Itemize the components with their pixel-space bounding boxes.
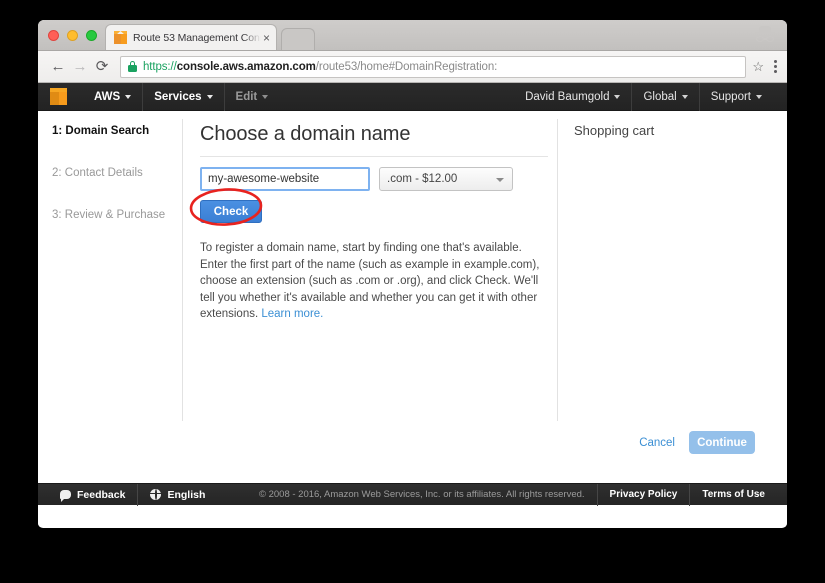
chevron-down-icon	[681, 94, 688, 99]
url-host: console.aws.amazon.com	[176, 60, 316, 73]
nav-item-services[interactable]: Services	[142, 82, 223, 111]
shopping-cart-panel: Shopping cart	[574, 123, 774, 138]
browser-window: Route 53 Management Console × ← → ⟳ htt	[38, 20, 787, 528]
nav-item-edit[interactable]: Edit	[223, 82, 280, 111]
globe-icon	[150, 489, 162, 500]
browser-tab[interactable]: Route 53 Management Console ×	[105, 24, 277, 50]
incognito-icon	[755, 26, 775, 44]
aws-console-page: AWS Services Edit David Baumgold Global …	[38, 82, 787, 527]
reload-button[interactable]: ⟳	[91, 56, 113, 78]
browser-tab-strip: Route 53 Management Console ×	[38, 20, 787, 51]
privacy-policy-link[interactable]: Privacy Policy	[596, 483, 690, 506]
screen: Route 53 Management Console × ← → ⟳ htt	[0, 0, 825, 583]
nav-item-services-label: Services	[154, 90, 202, 103]
divider-right	[557, 119, 558, 421]
tab-close-icon[interactable]: ×	[263, 32, 270, 44]
wizard-actions: Cancel Continue	[639, 431, 755, 454]
page-title: Choose a domain name	[200, 123, 411, 145]
nav-item-aws-label: AWS	[94, 90, 121, 103]
url-path: /route53/home#DomainRegistration:	[315, 60, 498, 73]
minimize-window-button[interactable]	[67, 30, 78, 41]
step-domain-search[interactable]: 1: Domain Search	[52, 125, 182, 137]
copyright-text: © 2008 - 2016, Amazon Web Services, Inc.…	[258, 489, 585, 500]
aws-global-nav: AWS Services Edit David Baumgold Global …	[38, 82, 787, 111]
domain-name-input[interactable]	[200, 167, 370, 191]
nav-item-support[interactable]: Support	[698, 82, 773, 111]
url-text: https://console.aws.amazon.com/route53/h…	[143, 61, 497, 73]
help-text-body: To register a domain name, start by find…	[200, 242, 540, 320]
nav-item-account-label: David Baumgold	[525, 90, 610, 103]
chevron-down-icon	[206, 94, 213, 99]
window-controls	[48, 30, 97, 41]
domain-search-form: .com - $12.00	[200, 167, 548, 191]
feedback-button[interactable]: Feedback	[48, 484, 137, 506]
page-content: 1: Domain Search 2: Contact Details 3: R…	[38, 111, 787, 506]
feedback-label: Feedback	[77, 488, 126, 501]
url-scheme: https://	[143, 60, 177, 73]
maximize-window-button[interactable]	[86, 30, 97, 41]
new-tab-button[interactable]	[281, 28, 315, 50]
continue-button[interactable]: Continue	[689, 431, 755, 454]
address-bar[interactable]: https://console.aws.amazon.com/route53/h…	[120, 55, 747, 78]
nav-item-region-label: Global	[643, 90, 677, 103]
cancel-button[interactable]: Cancel	[639, 437, 675, 449]
bookmark-star-icon[interactable]: ☆	[752, 59, 764, 75]
language-button[interactable]: English	[137, 483, 217, 506]
learn-more-link[interactable]: Learn more.	[261, 308, 323, 320]
browser-menu-icon[interactable]	[773, 58, 778, 75]
browser-tab-title: Route 53 Management Console	[133, 31, 261, 44]
help-text: To register a domain name, start by find…	[200, 240, 543, 323]
step-review-purchase[interactable]: 3: Review & Purchase	[52, 209, 182, 221]
step-contact-details[interactable]: 2: Contact Details	[52, 167, 182, 179]
nav-item-account[interactable]: David Baumgold	[514, 83, 631, 111]
shopping-cart-title: Shopping cart	[574, 123, 655, 138]
divider-left	[182, 119, 183, 421]
back-button[interactable]: ←	[47, 56, 69, 78]
terms-of-use-link[interactable]: Terms of Use	[689, 483, 777, 506]
aws-cube-favicon-icon	[114, 31, 127, 44]
nav-item-edit-label: Edit	[235, 90, 258, 103]
nav-item-support-label: Support	[710, 90, 751, 103]
check-button[interactable]: Check	[200, 200, 262, 223]
lock-icon	[128, 61, 137, 72]
close-window-button[interactable]	[48, 30, 59, 41]
tld-select[interactable]: .com - $12.00	[379, 167, 513, 191]
domain-search-panel: Choose a domain name .com - $12.00 Check…	[200, 111, 548, 334]
browser-toolbar: ← → ⟳ https://console.aws.amazon.com/rou…	[38, 51, 787, 83]
page-footer: Feedback English © 2008 - 2016, Amazon W…	[38, 483, 787, 506]
chevron-down-icon	[496, 178, 504, 182]
speech-bubble-icon	[60, 490, 71, 502]
forward-button[interactable]: →	[69, 56, 91, 78]
language-label: English	[167, 488, 206, 501]
aws-cube-logo-icon	[50, 88, 67, 105]
chevron-down-icon	[125, 94, 132, 99]
tld-select-value: .com - $12.00	[387, 173, 458, 185]
wizard-steps: 1: Domain Search 2: Contact Details 3: R…	[38, 111, 182, 251]
nav-item-aws[interactable]: AWS	[83, 83, 142, 111]
title-rule	[200, 156, 548, 157]
chevron-down-icon	[756, 94, 762, 99]
nav-item-region[interactable]: Global	[631, 82, 698, 111]
chevron-down-icon	[614, 94, 621, 99]
chevron-down-icon	[262, 94, 269, 99]
